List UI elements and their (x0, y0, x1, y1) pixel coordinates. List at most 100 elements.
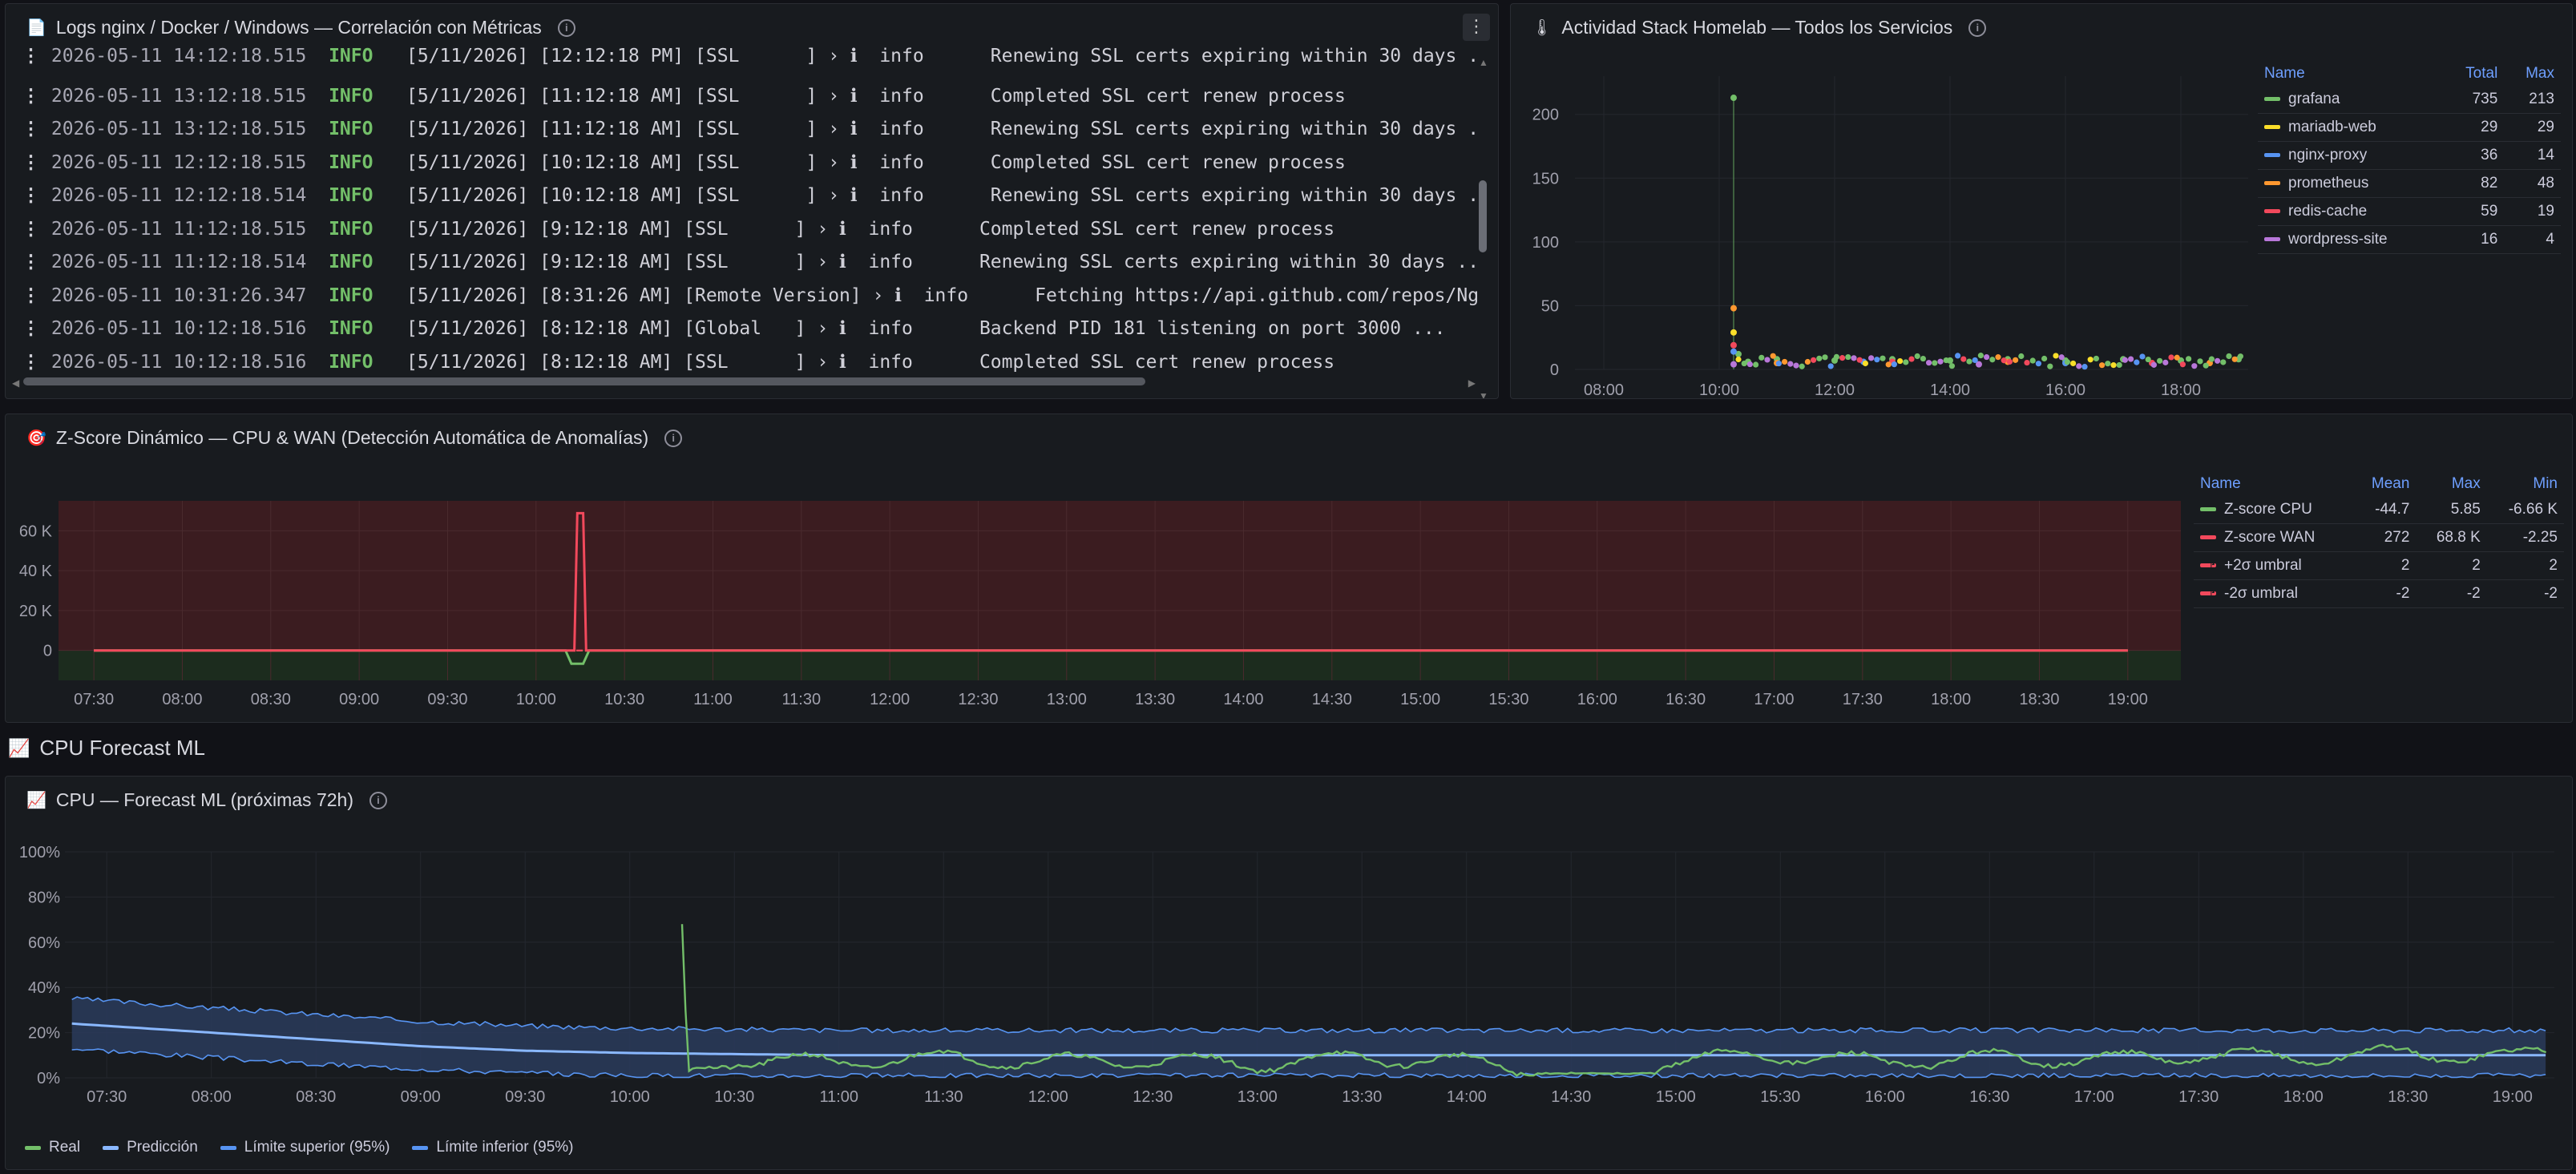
data-point[interactable] (1966, 358, 1972, 365)
vertical-scrollbar[interactable]: ▲ ▼ (1479, 57, 1488, 398)
data-point[interactable] (2087, 357, 2094, 363)
logs-panel-title[interactable]: 📄 Logs nginx / Docker / Windows — Correl… (26, 17, 575, 38)
info-icon[interactable]: i (557, 18, 575, 37)
log-row[interactable]: ⋮ 2026-05-11 12:12:18.514 INFO [5/11/202… (22, 185, 1480, 217)
data-point[interactable] (2134, 359, 2140, 365)
data-point[interactable] (2162, 359, 2169, 365)
data-point[interactable] (2179, 361, 2186, 368)
data-point[interactable] (1995, 354, 2001, 361)
scrollbar-thumb[interactable] (1479, 180, 1487, 252)
data-point[interactable] (1926, 360, 1932, 366)
data-point[interactable] (2168, 354, 2174, 361)
data-point[interactable] (2150, 361, 2157, 368)
legend-row-nginx-proxy[interactable]: nginx-proxy 36 14 (2258, 141, 2561, 170)
data-point[interactable] (1989, 357, 1996, 363)
data-point-redis-cache[interactable] (1730, 341, 1737, 349)
data-point[interactable] (2128, 356, 2134, 362)
legend-header-name[interactable]: Name (2194, 472, 2352, 496)
legend-row[interactable]: +2σ umbral 2 2 2 (2194, 551, 2564, 580)
data-point[interactable] (1787, 361, 1794, 367)
data-point[interactable] (2105, 361, 2111, 367)
data-point[interactable] (2145, 356, 2151, 363)
log-row[interactable]: ⋮ 2026-05-11 13:12:18.515 INFO [5/11/202… (22, 86, 1480, 118)
data-point[interactable] (1811, 357, 1817, 363)
data-point[interactable] (2208, 356, 2215, 362)
legend-header-mean[interactable]: Mean (2352, 472, 2416, 496)
activity-panel-title[interactable]: 🌡 Actividad Stack Homelab — Todos los Se… (1532, 17, 1987, 38)
data-point[interactable] (2018, 353, 2025, 360)
data-point[interactable] (2186, 356, 2192, 362)
row-menu-icon[interactable]: ⋮ (22, 352, 51, 373)
data-point[interactable] (1960, 356, 1967, 362)
data-point[interactable] (2220, 359, 2227, 365)
log-row[interactable]: ⋮ 2026-05-11 10:31:26.347 INFO [5/11/202… (22, 285, 1480, 317)
data-point[interactable] (1880, 355, 1886, 361)
data-point[interactable] (2226, 353, 2232, 360)
data-point[interactable] (1764, 357, 1770, 363)
log-row[interactable]: ⋮ 2026-05-11 11:12:18.515 INFO [5/11/202… (22, 219, 1480, 251)
legend-header-total[interactable]: Total (2443, 62, 2504, 86)
row-menu-icon[interactable]: ⋮ (22, 219, 51, 240)
horizontal-scrollbar[interactable] (23, 377, 1145, 385)
zscore-chart[interactable]: 60 K 40 K 20 K 0 07:30 08:00 08:30 09:00 09:30 10… (6, 451, 2190, 723)
data-point[interactable] (1908, 356, 1915, 362)
forecast-chart[interactable]: 100% 80% 60% 40% 20% 0% 07:30 08:00 08:30 09:00 09… (6, 809, 2570, 1129)
data-point[interactable] (1862, 360, 1868, 367)
data-point[interactable] (1948, 363, 1955, 369)
legend-item[interactable]: Predicción (103, 1139, 198, 1156)
info-icon[interactable]: i (369, 791, 387, 809)
data-point[interactable] (1914, 353, 1920, 360)
data-point[interactable] (1816, 355, 1823, 361)
data-point[interactable] (1770, 353, 1776, 359)
data-point[interactable] (1972, 357, 1978, 364)
legend-item[interactable]: Real (25, 1139, 80, 1156)
legend-row-mariadb-web[interactable]: mariadb-web 29 29 (2258, 113, 2561, 142)
data-point-nginx-proxy[interactable] (1730, 348, 1737, 355)
panel-menu-button[interactable]: ⋮ (1463, 14, 1490, 41)
scroll-left-icon[interactable]: ◀ (12, 377, 19, 389)
data-point[interactable] (1868, 355, 1875, 361)
data-point[interactable] (2122, 357, 2128, 363)
data-point[interactable] (2081, 364, 2088, 370)
row-menu-icon[interactable]: ⋮ (22, 185, 51, 206)
data-point[interactable] (2139, 353, 2146, 360)
data-point[interactable] (1753, 361, 1759, 368)
data-point[interactable] (2058, 354, 2065, 361)
data-point[interactable] (2099, 362, 2106, 369)
scroll-right-icon[interactable]: ▶ (1468, 377, 1476, 389)
legend-header-max[interactable]: Max (2504, 62, 2561, 86)
data-point-prometheus[interactable] (1730, 305, 1737, 312)
data-point[interactable] (2203, 362, 2209, 369)
data-point[interactable] (1903, 359, 1909, 365)
data-point[interactable] (1856, 357, 1863, 363)
data-point[interactable] (1955, 353, 1961, 359)
data-point[interactable] (1943, 357, 1949, 364)
row-menu-icon[interactable]: ⋮ (22, 86, 51, 107)
data-point[interactable] (1984, 353, 1990, 361)
data-point[interactable] (2029, 357, 2036, 364)
row-menu-icon[interactable]: ⋮ (22, 119, 51, 139)
info-icon[interactable]: i (664, 429, 683, 447)
log-row[interactable]: ⋮ 2026-05-11 13:12:18.515 INFO [5/11/202… (22, 119, 1480, 151)
data-point[interactable] (2116, 361, 2122, 369)
activity-chart[interactable]: 200 150 100 50 0 08:00 10:00 12:00 14:00 16:00 18:… (1511, 44, 2256, 397)
row-menu-icon[interactable]: ⋮ (22, 252, 51, 272)
data-point[interactable] (2024, 359, 2030, 366)
data-point[interactable] (2053, 353, 2059, 359)
legend-header-min[interactable]: Min (2487, 472, 2564, 496)
data-point[interactable] (2013, 357, 2019, 363)
data-point[interactable] (2093, 355, 2099, 362)
data-point[interactable] (2006, 358, 2013, 365)
data-point[interactable] (1885, 361, 1892, 368)
data-point[interactable] (1746, 361, 1753, 368)
row-menu-icon[interactable]: ⋮ (22, 46, 51, 67)
data-point[interactable] (1804, 358, 1811, 365)
log-row[interactable]: ⋮ 2026-05-11 11:12:18.514 INFO [5/11/202… (22, 252, 1480, 284)
legend-row-wordpress-site[interactable]: wordpress-site 16 4 (2258, 225, 2561, 254)
data-point[interactable] (2041, 355, 2048, 362)
data-point-mariadb-web[interactable] (1730, 329, 1737, 336)
data-point[interactable] (2231, 356, 2238, 362)
data-point[interactable] (2047, 363, 2053, 369)
data-point[interactable] (2110, 362, 2117, 369)
data-point[interactable] (1839, 355, 1846, 361)
